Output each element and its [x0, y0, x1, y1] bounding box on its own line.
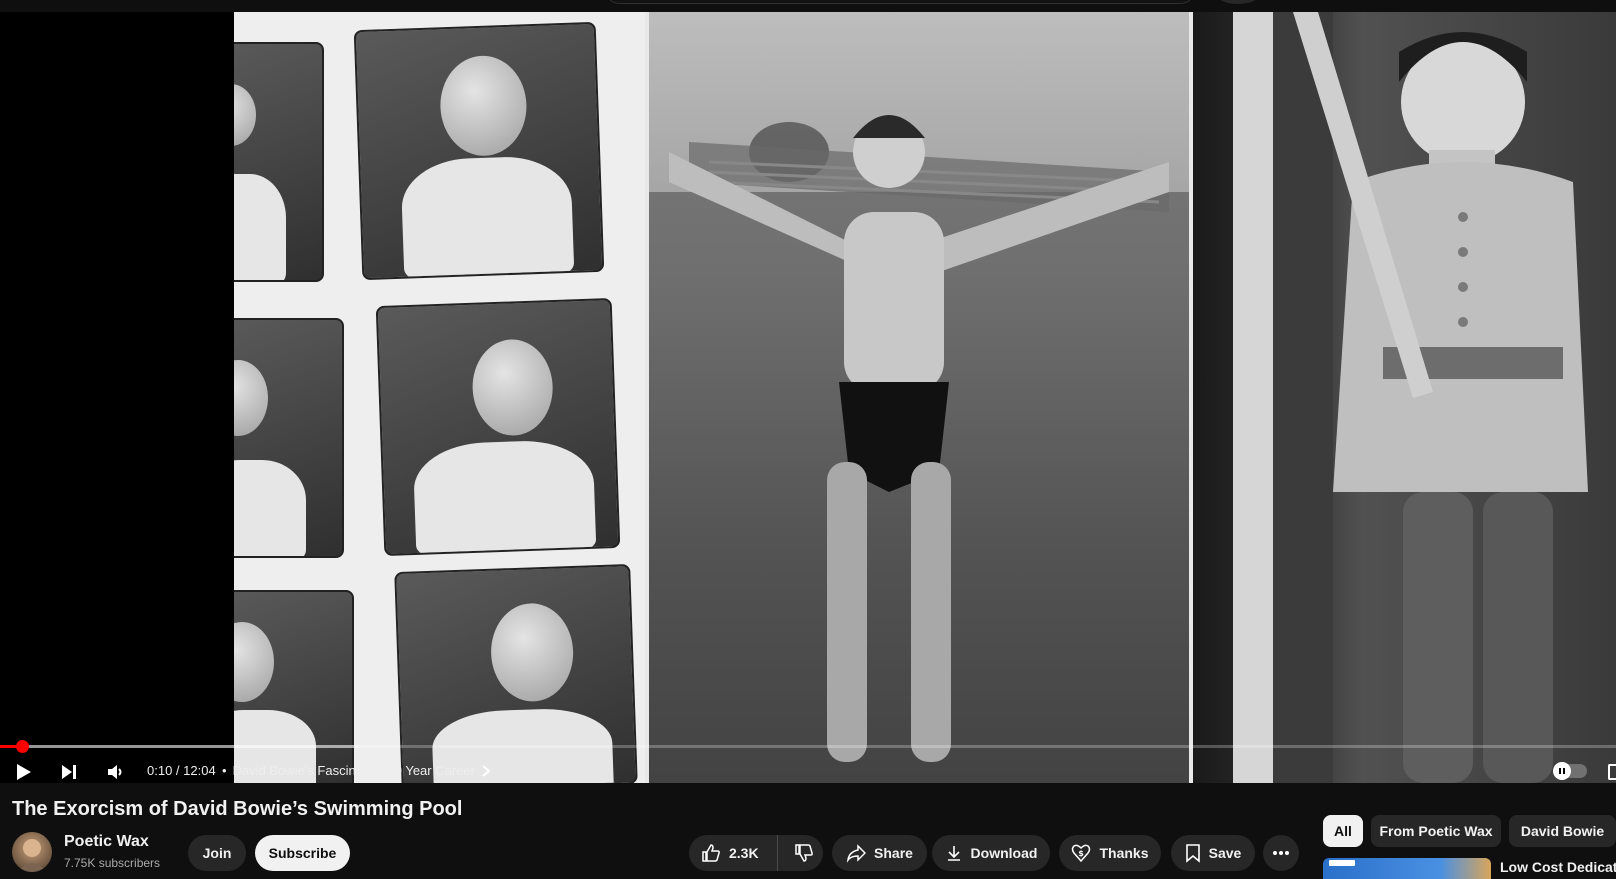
chevron-right-icon: [481, 764, 491, 777]
dislike-button[interactable]: [786, 835, 823, 871]
video-player[interactable]: 0:10 / 12:04 • David Bowie's Fascinating…: [0, 12, 1616, 783]
download-icon: [945, 844, 963, 862]
baby-photo: [234, 318, 344, 558]
chapter-title: David Bowie's Fascinating 50 Year Career: [232, 763, 475, 778]
volume-button[interactable]: [101, 757, 131, 783]
progress-bar[interactable]: [0, 740, 1616, 753]
video-frame-baby-photos: [234, 12, 647, 783]
time-display: 0:10 / 12:04: [147, 763, 216, 778]
chip-all[interactable]: All: [1323, 815, 1363, 847]
progress-buffered: [0, 745, 359, 748]
more-actions-button[interactable]: [1263, 835, 1299, 871]
thumbs-up-icon: [701, 843, 721, 863]
channel-name[interactable]: Poetic Wax: [64, 833, 149, 851]
download-button[interactable]: Download: [932, 835, 1050, 871]
like-button[interactable]: 2.3K: [689, 835, 778, 871]
download-label: Download: [970, 845, 1038, 861]
subtitles-icon[interactable]: [1608, 764, 1616, 780]
channel-avatar[interactable]: [12, 832, 52, 872]
bookmark-icon: [1185, 843, 1201, 863]
thanks-button[interactable]: $ Thanks: [1059, 835, 1161, 871]
chapter-button[interactable]: • David Bowie's Fascinating 50 Year Care…: [222, 763, 491, 778]
autoplay-toggle-icon: [1553, 762, 1571, 780]
masthead-fragment: [0, 0, 1616, 12]
recommendation-title[interactable]: Low Cost Dedicate: [1500, 859, 1616, 875]
subscribe-button[interactable]: Subscribe: [255, 835, 350, 871]
like-dislike-group: 2.3K: [689, 835, 823, 871]
more-horizontal-icon: [1272, 850, 1290, 856]
subscriber-count: 7.75K subscribers: [64, 856, 161, 870]
baby-photo: [353, 21, 605, 281]
video-frame-boy-exercising: [649, 12, 1189, 783]
baby-photo: [394, 563, 638, 783]
play-icon: [12, 761, 34, 783]
thanks-label: Thanks: [1099, 845, 1149, 861]
thumbnail-logo: [1329, 860, 1355, 866]
baby-photo: [234, 590, 354, 783]
join-button[interactable]: Join: [188, 835, 246, 871]
autoplay-toggle[interactable]: [1553, 762, 1587, 780]
youtube-watch-page: 0:10 / 12:04 • David Bowie's Fascinating…: [0, 0, 1616, 879]
like-count: 2.3K: [729, 845, 759, 861]
video-title: The Exorcism of David Bowie’s Swimming P…: [12, 798, 463, 820]
thanks-icon: $: [1071, 843, 1091, 863]
voice-search-fragment[interactable]: [1218, 0, 1258, 4]
next-button[interactable]: [54, 757, 84, 783]
video-frame-boy-uniform: [1193, 12, 1616, 783]
save-label: Save: [1208, 845, 1242, 861]
share-label: Share: [874, 845, 913, 861]
chip-topic[interactable]: David Bowie: [1509, 815, 1616, 847]
share-icon: [846, 843, 867, 863]
play-button[interactable]: [8, 757, 38, 783]
baby-photo: [234, 42, 324, 282]
chip-from-channel[interactable]: From Poetic Wax: [1371, 815, 1501, 847]
share-button[interactable]: Share: [832, 835, 927, 871]
chapter-separator: •: [222, 763, 227, 778]
volume-icon: [105, 761, 127, 783]
thumbs-down-icon: [794, 843, 814, 863]
svg-text:$: $: [1079, 849, 1085, 858]
search-box-fragment[interactable]: [605, 0, 1195, 4]
save-button[interactable]: Save: [1171, 835, 1255, 871]
recommendation-thumbnail[interactable]: [1323, 858, 1491, 879]
baby-photo: [375, 297, 621, 557]
next-icon: [58, 761, 80, 783]
scrubber-handle[interactable]: [16, 740, 30, 753]
